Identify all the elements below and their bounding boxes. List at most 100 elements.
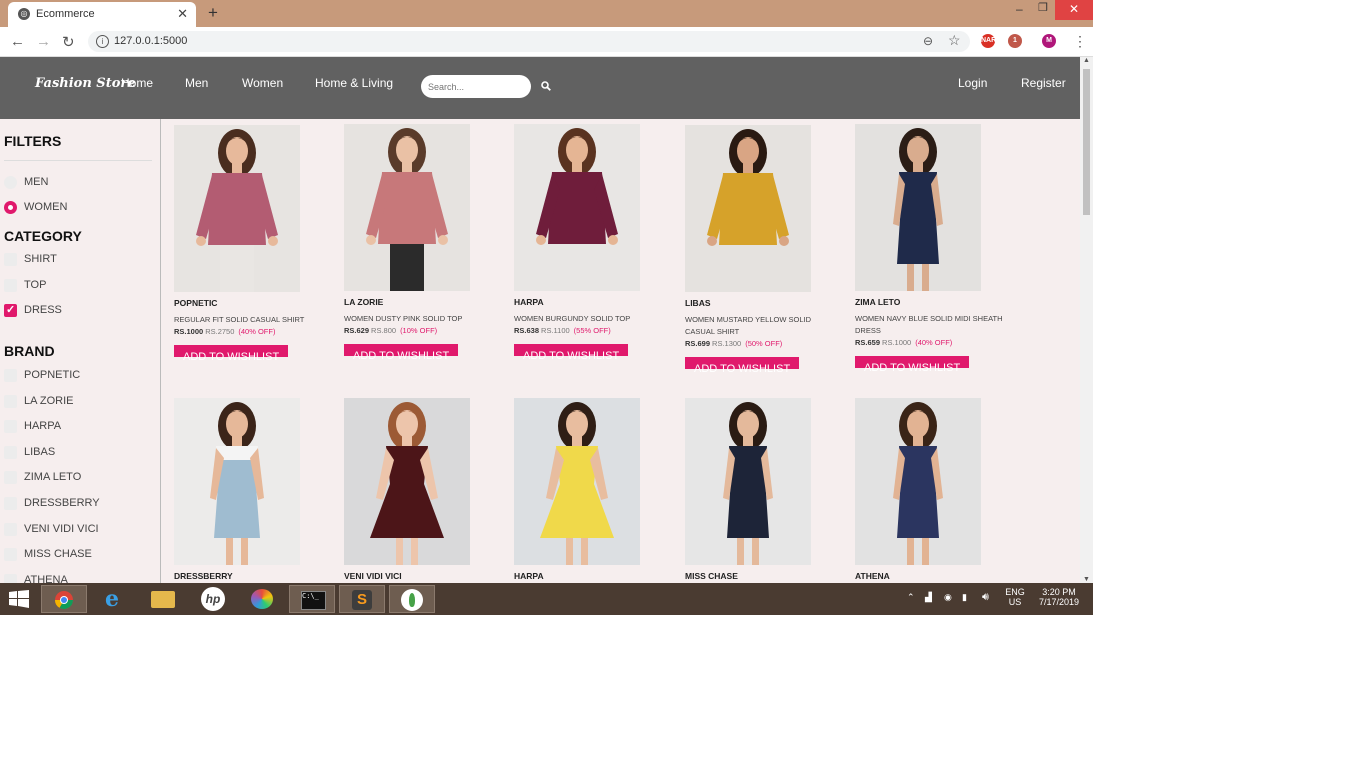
taskbar-paint[interactable] xyxy=(240,585,286,613)
radio-button[interactable] xyxy=(4,176,17,189)
product-card[interactable]: HARPA WOMEN BURGUNDY SOLID TOP RS.638 RS.11… xyxy=(514,124,674,364)
browser-tab[interactable]: ◎ Ecommerce ✕ xyxy=(8,2,196,27)
product-card[interactable]: DRESSBERRY xyxy=(174,398,334,581)
windows-start-icon[interactable] xyxy=(9,590,29,608)
category-heading: CATEGORY xyxy=(4,228,82,244)
register-link[interactable]: Register xyxy=(1021,76,1066,90)
product-name: WOMEN MUSTARD YELLOW SOLID CASUAL SHIRT xyxy=(685,315,811,336)
tray-volume-icon[interactable]: 🔊︎ xyxy=(982,591,989,604)
nav-men[interactable]: Men xyxy=(185,76,208,90)
tray-network-icon[interactable]: ▟ xyxy=(925,592,932,603)
checkbox[interactable] xyxy=(4,369,17,382)
product-image[interactable] xyxy=(174,398,300,565)
tray-battery-icon[interactable]: ▮ xyxy=(962,592,967,603)
product-card[interactable]: ATHENA xyxy=(855,398,1015,581)
checkbox[interactable] xyxy=(4,445,17,459)
checkbox[interactable] xyxy=(4,394,17,408)
back-button[interactable]: ← xyxy=(10,33,25,50)
product-mrp: RS.1300 xyxy=(712,339,742,348)
checkbox[interactable] xyxy=(4,303,17,317)
tray-clock[interactable]: 3:20 PM 7/17/2019 xyxy=(1036,587,1082,607)
product-image[interactable] xyxy=(514,124,640,291)
login-link[interactable]: Login xyxy=(958,76,987,90)
omnibox[interactable]: i 127.0.0.1:5000 ⊖ ☆ xyxy=(88,31,970,52)
reload-button[interactable]: ↻ xyxy=(62,33,75,51)
sublime-text-icon: S xyxy=(352,590,372,610)
product-image[interactable] xyxy=(344,124,470,291)
taskbar-file-explorer[interactable] xyxy=(141,585,187,613)
filter-option-label: WOMEN xyxy=(24,201,68,213)
checkbox[interactable] xyxy=(4,420,17,434)
taskbar-hp[interactable]: hp xyxy=(190,585,236,613)
filters-heading: FILTERS xyxy=(4,133,62,149)
product-image[interactable] xyxy=(174,125,300,292)
product-price-row: RS.638 RS.1100 (55% OFF) xyxy=(514,326,674,335)
product-card[interactable]: POPNETIC REGULAR FIT SOLID CASUAL SHIRT RS… xyxy=(174,125,334,365)
product-price: RS.1000 xyxy=(174,327,204,336)
add-to-wishlist-button[interactable]: ADD TO WISHLIST xyxy=(514,344,629,362)
search-input[interactable] xyxy=(421,75,531,98)
product-card[interactable]: VENI VIDI VICI xyxy=(344,398,504,581)
tab-close-icon[interactable]: ✕ xyxy=(177,6,188,22)
add-to-wishlist-button[interactable]: ADD TO WISHLIST xyxy=(344,344,459,362)
bookmark-star-icon[interactable]: ☆ xyxy=(948,32,961,49)
nav-home-living[interactable]: Home & Living xyxy=(315,76,393,90)
checkbox[interactable] xyxy=(4,253,17,266)
taskbar-cmd[interactable]: C:\_ xyxy=(289,585,335,613)
product-image[interactable] xyxy=(685,125,811,292)
search-icon[interactable] xyxy=(541,81,551,91)
product-card[interactable]: MISS CHASE xyxy=(685,398,845,581)
page-scrollbar[interactable]: ▲ ▼ xyxy=(1080,57,1093,583)
tray-chevron-icon[interactable]: ⌃ xyxy=(907,592,915,603)
checkbox[interactable] xyxy=(4,497,17,510)
add-to-wishlist-button[interactable]: ADD TO WISHLIST xyxy=(174,345,289,363)
radio-button[interactable] xyxy=(4,201,17,214)
puzzle-extension-icon[interactable]: 1 xyxy=(1008,34,1022,48)
url-text[interactable]: 127.0.0.1:5000 xyxy=(114,35,187,47)
add-to-wishlist-button[interactable]: ADD TO WISHLIST xyxy=(685,357,800,375)
globe-icon: ◎ xyxy=(18,8,30,20)
info-icon[interactable]: i xyxy=(96,35,109,48)
product-card[interactable]: LA ZORIE WOMEN DUSTY PINK SOLID TOP RS.629… xyxy=(344,124,504,364)
product-price: RS.638 xyxy=(514,326,540,335)
tray-chrome-icon[interactable]: ◉ xyxy=(944,592,952,603)
new-tab-button[interactable]: + xyxy=(208,3,218,23)
add-to-wishlist-button[interactable]: ADD TO WISHLIST xyxy=(855,356,970,374)
checkbox[interactable] xyxy=(4,522,17,536)
taskbar-ie[interactable]: e xyxy=(92,585,138,613)
filter-option-label: VENI VIDI VICI xyxy=(24,522,99,535)
product-image[interactable] xyxy=(855,398,981,565)
nav-women[interactable]: Women xyxy=(242,76,283,90)
product-name: WOMEN NAVY BLUE SOLID MIDI SHEATH DRESS xyxy=(855,314,1003,335)
product-image[interactable] xyxy=(685,398,811,565)
checkbox[interactable] xyxy=(4,548,17,562)
forward-button[interactable]: → xyxy=(36,33,51,50)
checkbox[interactable] xyxy=(4,573,17,583)
scroll-up-arrow-icon[interactable]: ▲ xyxy=(1083,57,1090,64)
product-price-row: RS.659 RS.1000 (40% OFF) xyxy=(855,338,1015,347)
window-close-button[interactable]: ✕ xyxy=(1055,0,1093,20)
nav-home[interactable]: Home xyxy=(121,76,153,90)
checkbox[interactable] xyxy=(4,471,17,485)
taskbar-chrome[interactable] xyxy=(41,585,87,613)
product-card[interactable]: LIBAS WOMEN MUSTARD YELLOW SOLID CASUAL S… xyxy=(685,125,845,377)
scroll-down-arrow-icon[interactable]: ▼ xyxy=(1083,576,1090,583)
filter-option-label: ATHENA xyxy=(24,573,68,583)
tray-language[interactable]: ENG US xyxy=(1004,587,1026,607)
product-card[interactable]: HARPA xyxy=(514,398,674,581)
taskbar-mongodb[interactable] xyxy=(389,585,435,613)
profile-avatar-icon[interactable]: M xyxy=(1042,34,1056,48)
taskbar-sublime[interactable]: S xyxy=(339,585,385,613)
red-extension-icon[interactable]: NAR xyxy=(981,34,996,48)
scroll-thumb[interactable] xyxy=(1083,69,1090,215)
browser-menu-icon[interactable]: ⋮ xyxy=(1073,33,1087,50)
product-card[interactable]: ZIMA LETO WOMEN NAVY BLUE SOLID MIDI SHEA… xyxy=(855,124,1015,376)
product-image[interactable] xyxy=(855,124,981,291)
product-image[interactable] xyxy=(514,398,640,565)
zoom-icon[interactable]: ⊖ xyxy=(923,34,933,48)
window-minimize-button[interactable]: – xyxy=(1016,2,1023,16)
window-maximize-button[interactable]: ❐ xyxy=(1038,1,1048,14)
tray-date: 7/17/2019 xyxy=(1038,597,1080,607)
checkbox[interactable] xyxy=(4,278,17,292)
product-image[interactable] xyxy=(344,398,470,565)
